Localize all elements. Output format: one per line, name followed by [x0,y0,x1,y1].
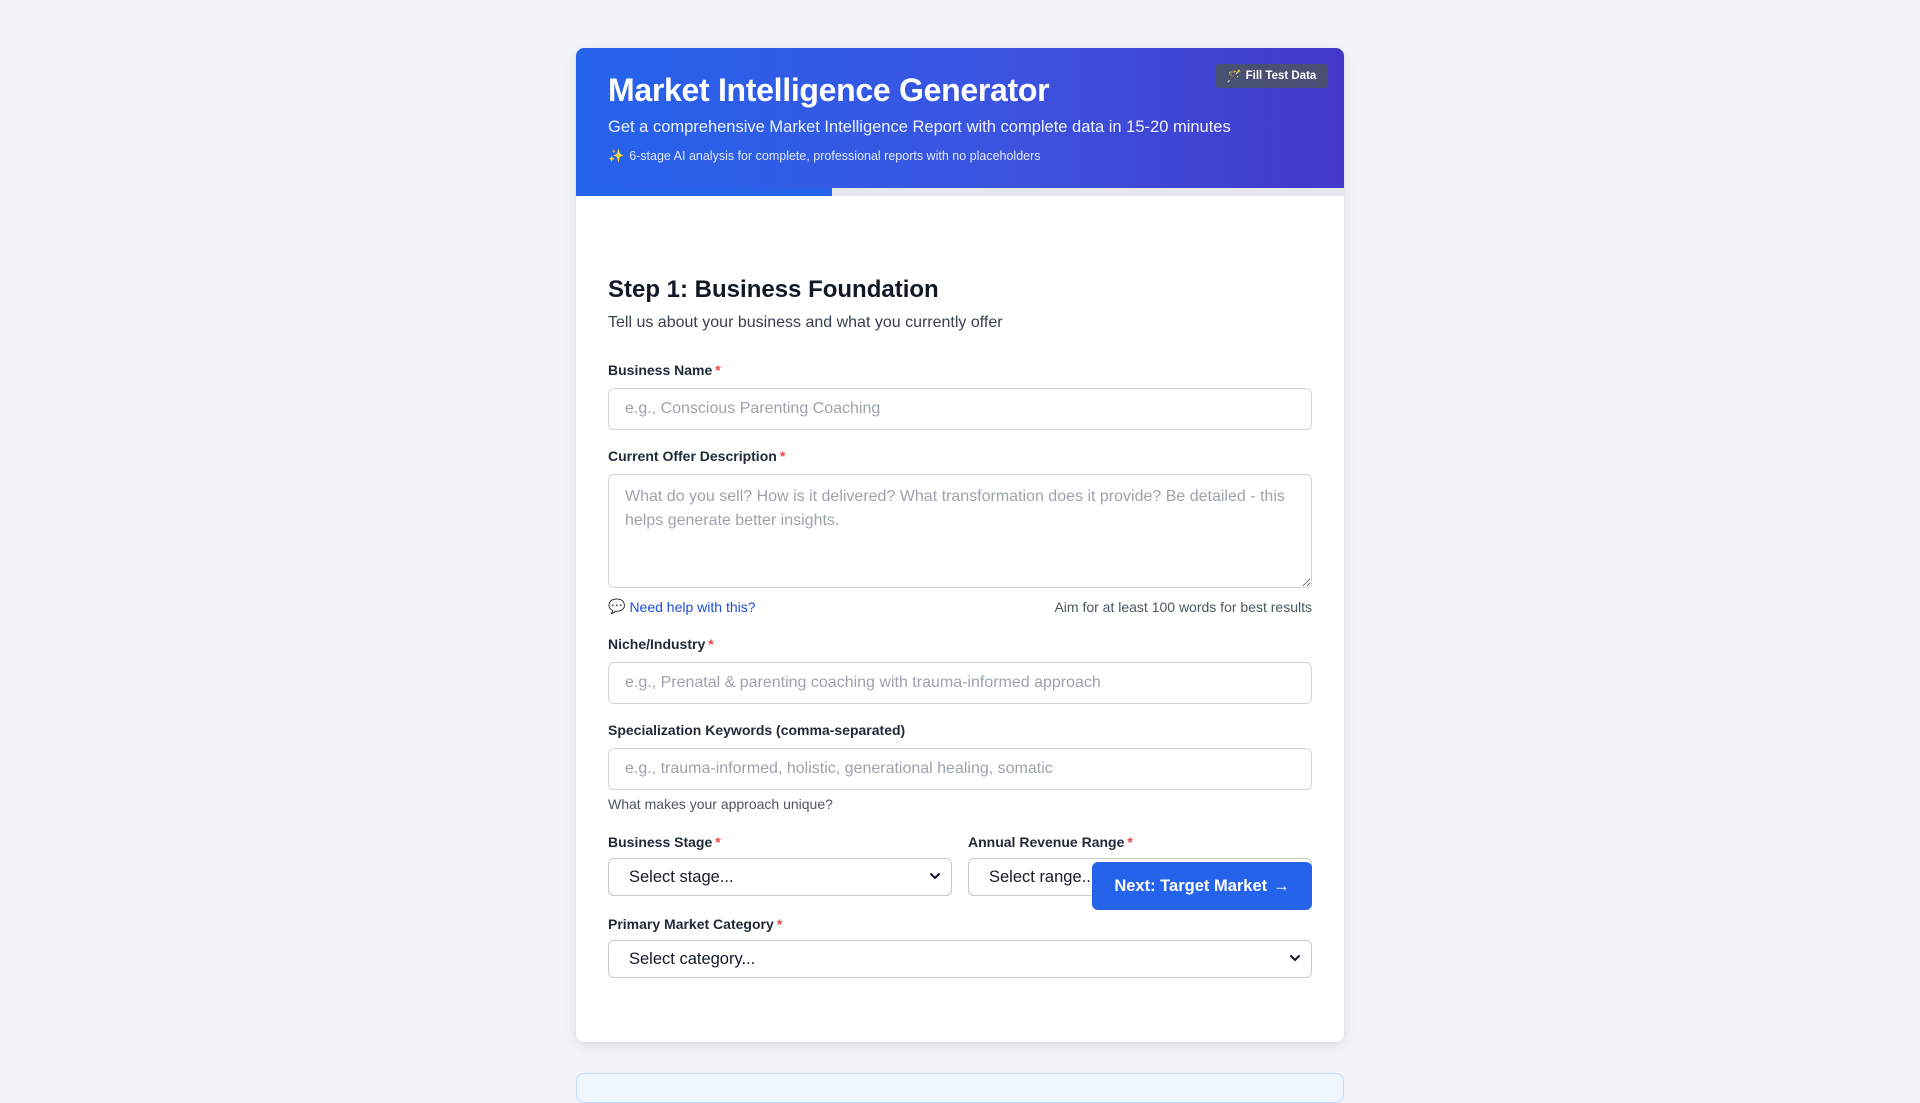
required-marker: * [1127,834,1133,850]
arrow-right-icon: → [1273,876,1290,895]
keywords-label: Specialization Keywords (comma-separated… [608,722,905,738]
next-target-market-button[interactable]: Next: Target Market → [1092,862,1312,910]
sparkle-icon: ✨ [608,148,625,163]
business-stage-selected: Select stage... [629,867,734,886]
next-button-label: Next: Target Market [1114,876,1268,895]
header-banner: Market Intelligence Generator Get a comp… [576,48,1344,188]
offer-description-label: Current Offer Description * [608,448,785,464]
fill-test-data-button[interactable]: 🪄 Fill Test Data [1215,64,1328,88]
fill-test-data-label: Fill Test Data [1245,70,1317,82]
chat-bubble-icon: 💬 [608,598,626,614]
required-marker: * [776,916,783,932]
niche-input[interactable] [608,662,1312,704]
market-category-selected: Select category... [629,949,756,968]
niche-label: Niche/Industry * [608,636,714,652]
header-note: ✨ 6-stage AI analysis for complete, prof… [608,148,1041,164]
offer-help-row: 💬 Need help with this? Aim for at least … [608,598,1312,615]
header-note-text: 6-stage AI analysis for complete, profes… [629,149,1041,163]
keywords-hint: What makes your approach unique? [608,796,833,812]
niche-label-text: Niche/Industry [608,636,706,652]
next-section-card [576,1073,1344,1103]
business-stage-label: Business Stage * [608,834,721,850]
revenue-range-label-text: Annual Revenue Range [968,834,1125,850]
keywords-label-text: Specialization Keywords (comma-separated… [608,722,906,738]
progress-fill [576,188,832,196]
required-marker: * [779,448,786,464]
need-help-link[interactable]: 💬 Need help with this? [608,598,756,615]
business-name-label-text: Business Name [608,362,713,378]
chevron-down-icon [929,870,941,885]
business-stage-select[interactable]: Select stage... [608,858,952,896]
step-title: Step 1: Business Foundation [608,276,939,303]
market-category-label-text: Primary Market Category [608,916,774,932]
page-subtitle: Get a comprehensive Market Intelligence … [608,118,1231,136]
market-category-select[interactable]: Select category... [608,940,1312,978]
revenue-range-selected: Select range... [989,867,1096,886]
required-marker: * [715,834,721,850]
form-card: Market Intelligence Generator Get a comp… [576,48,1344,1042]
word-count-hint: Aim for at least 100 words for best resu… [1054,598,1312,615]
progress-bar [576,188,1344,196]
magic-wand-icon: 🪄 [1226,69,1242,83]
need-help-link-text: Need help with this? [629,598,756,615]
revenue-range-label: Annual Revenue Range * [968,834,1133,850]
chevron-down-icon [1289,952,1301,967]
page-scrollbar[interactable] [1905,0,1920,1080]
offer-description-textarea[interactable] [608,474,1312,588]
offer-description-label-text: Current Offer Description [608,448,777,464]
business-name-label: Business Name * [608,362,721,378]
keywords-input[interactable] [608,748,1312,790]
step-subtitle: Tell us about your business and what you… [608,314,1003,331]
page-title: Market Intelligence Generator [608,72,1050,108]
market-category-label: Primary Market Category * [608,916,782,932]
business-name-input[interactable] [608,388,1312,430]
required-marker: * [708,636,714,652]
business-stage-label-text: Business Stage [608,834,713,850]
required-marker: * [715,362,721,378]
